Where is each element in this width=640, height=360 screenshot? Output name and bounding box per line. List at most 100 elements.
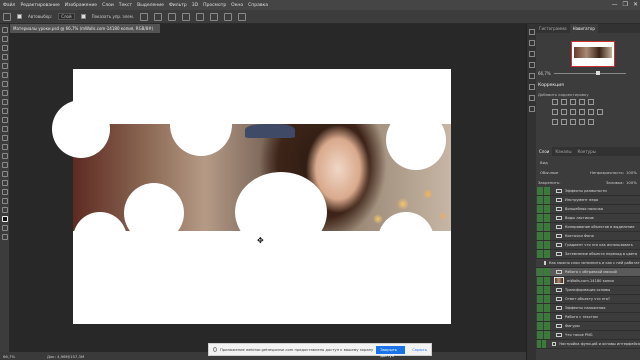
lasso-tool-icon[interactable] (2, 45, 8, 51)
swatches-icon[interactable] (529, 62, 535, 68)
tab-paths[interactable]: Контуры (574, 147, 598, 156)
screen-mode-icon[interactable] (2, 234, 8, 240)
visibility-icon[interactable] (537, 222, 543, 231)
layer-row[interactable]: Кисточки Фона (536, 231, 640, 241)
tab-navigator[interactable]: Навигатор (569, 24, 598, 33)
more-tools-icon[interactable] (2, 207, 8, 213)
opacity-value[interactable]: 100% (626, 170, 637, 175)
layer-row[interactable]: Работа с обтравкой маской (536, 267, 640, 277)
pen-tool-icon[interactable] (2, 153, 8, 159)
shape-tool-icon[interactable] (2, 180, 8, 186)
distribute-icon[interactable] (224, 12, 233, 21)
layer-row[interactable]: Волшебная палочка (536, 204, 640, 214)
levels-icon[interactable] (561, 99, 567, 105)
3d-mode-icon[interactable] (238, 12, 247, 21)
layer-row[interactable]: Работа с текстом (536, 312, 640, 322)
visibility-icon[interactable] (537, 204, 543, 213)
properties-icon[interactable] (529, 40, 535, 46)
visibility-icon[interactable] (537, 339, 541, 348)
layer-row[interactable]: Ответ объекту что это? (536, 294, 640, 304)
fill-value[interactable]: 100% (626, 180, 637, 185)
character-icon[interactable] (529, 84, 535, 90)
vibrance-icon[interactable] (588, 99, 594, 105)
hide-button[interactable]: Скрыть (408, 347, 431, 352)
eraser-tool-icon[interactable] (2, 117, 8, 123)
foreground-color-swatch[interactable] (2, 216, 8, 222)
align-middle-icon[interactable] (196, 12, 205, 21)
autoselect-checkbox[interactable] (17, 14, 22, 19)
menu-type[interactable]: Текст (119, 3, 132, 8)
gradient-map-icon[interactable] (579, 119, 585, 125)
eyedropper-tool-icon[interactable] (2, 72, 8, 78)
menu-layers[interactable]: Слои (102, 3, 114, 8)
stamp-tool-icon[interactable] (2, 99, 8, 105)
blend-mode-select[interactable]: Обычные (540, 170, 558, 175)
status-zoom[interactable]: 66,7% (3, 354, 15, 359)
minimize-icon[interactable]: — (612, 1, 618, 8)
visibility-icon[interactable] (537, 240, 543, 249)
channel-mixer-icon[interactable] (588, 109, 594, 115)
align-top-icon[interactable] (182, 12, 191, 21)
visibility-icon[interactable] (537, 312, 543, 321)
align-bottom-icon[interactable] (210, 12, 219, 21)
zoom-tool-icon[interactable] (2, 198, 8, 204)
exposure-icon[interactable] (579, 99, 585, 105)
brush-tool-icon[interactable] (2, 90, 8, 96)
menu-file[interactable]: Файл (3, 3, 15, 8)
align-left-icon[interactable] (140, 12, 149, 21)
layer-row[interactable]: Что такое PNG (536, 330, 640, 340)
layer-row[interactable]: Копирование объектов в выделение (536, 222, 640, 232)
tab-histogram[interactable]: Гистограмма (536, 24, 570, 33)
black-white-icon[interactable] (570, 109, 576, 115)
show-transform-checkbox[interactable] (80, 14, 86, 19)
curves-icon[interactable] (570, 99, 576, 105)
hand-tool-icon[interactable] (2, 189, 8, 195)
healing-tool-icon[interactable] (2, 81, 8, 87)
visibility-icon[interactable] (537, 330, 543, 339)
layer-row[interactable]: Настройка функций и основы интерфейса (536, 339, 640, 349)
invert-icon[interactable] (552, 119, 558, 125)
close-icon[interactable]: ✕ (633, 1, 638, 8)
visibility-icon[interactable] (537, 276, 543, 285)
tab-channels[interactable]: Каналы (552, 147, 574, 156)
layer-kind-filter[interactable]: Вид (540, 160, 548, 165)
color-balance-icon[interactable] (561, 109, 567, 115)
brightness-icon[interactable] (552, 99, 558, 105)
layer-row[interactable]: Трансформация основы (536, 285, 640, 295)
posterize-icon[interactable] (561, 119, 567, 125)
restore-icon[interactable]: ❐ (623, 1, 628, 8)
visibility-icon[interactable] (537, 231, 543, 240)
document-tab[interactable]: Материалы уроки.psd @ 66,7% (mWalls.com-… (10, 24, 160, 33)
layer-row[interactable]: Затемнение объекта переход в цвета (536, 249, 640, 259)
visibility-icon[interactable] (537, 213, 543, 222)
paragraph-icon[interactable] (529, 95, 535, 101)
marquee-tool-icon[interactable] (2, 36, 8, 42)
libraries-icon[interactable] (529, 106, 535, 112)
menu-view[interactable]: Просмотр (203, 3, 226, 8)
visibility-icon[interactable] (537, 249, 543, 258)
layer-row[interactable]: Эффекты размытости (536, 186, 640, 196)
menu-window[interactable]: Окно (231, 3, 243, 8)
layer-row[interactable]: Как можно слои затемнить и как с ней раб… (536, 259, 640, 268)
stop-sharing-button[interactable]: Закрыть доступ (376, 345, 406, 358)
navigator-slider-knob[interactable] (596, 71, 600, 75)
visibility-icon[interactable] (537, 303, 543, 312)
color-lookup-icon[interactable] (597, 109, 603, 115)
layer-row[interactable]: Градиент что это как использовать (536, 240, 640, 250)
autoselect-dropdown[interactable]: Слой (58, 13, 75, 20)
threshold-icon[interactable] (570, 119, 576, 125)
menu-edit[interactable]: Редактирование (20, 3, 59, 8)
visibility-icon[interactable] (537, 195, 543, 204)
menu-filter[interactable]: Фильтр (169, 3, 187, 8)
dodge-tool-icon[interactable] (2, 144, 8, 150)
menu-image[interactable]: Изображение (65, 3, 97, 8)
tab-layers[interactable]: Слои (536, 147, 553, 156)
blur-tool-icon[interactable] (2, 135, 8, 141)
layer-row[interactable]: mWalls.com-14180 копия (536, 276, 640, 286)
gradient-tool-icon[interactable] (2, 126, 8, 132)
navigator-zoom-slider[interactable] (554, 73, 626, 74)
align-center-icon[interactable] (154, 12, 163, 21)
menu-help[interactable]: Справка (248, 3, 268, 8)
visibility-icon[interactable] (537, 321, 543, 330)
hue-saturation-icon[interactable] (552, 109, 558, 115)
